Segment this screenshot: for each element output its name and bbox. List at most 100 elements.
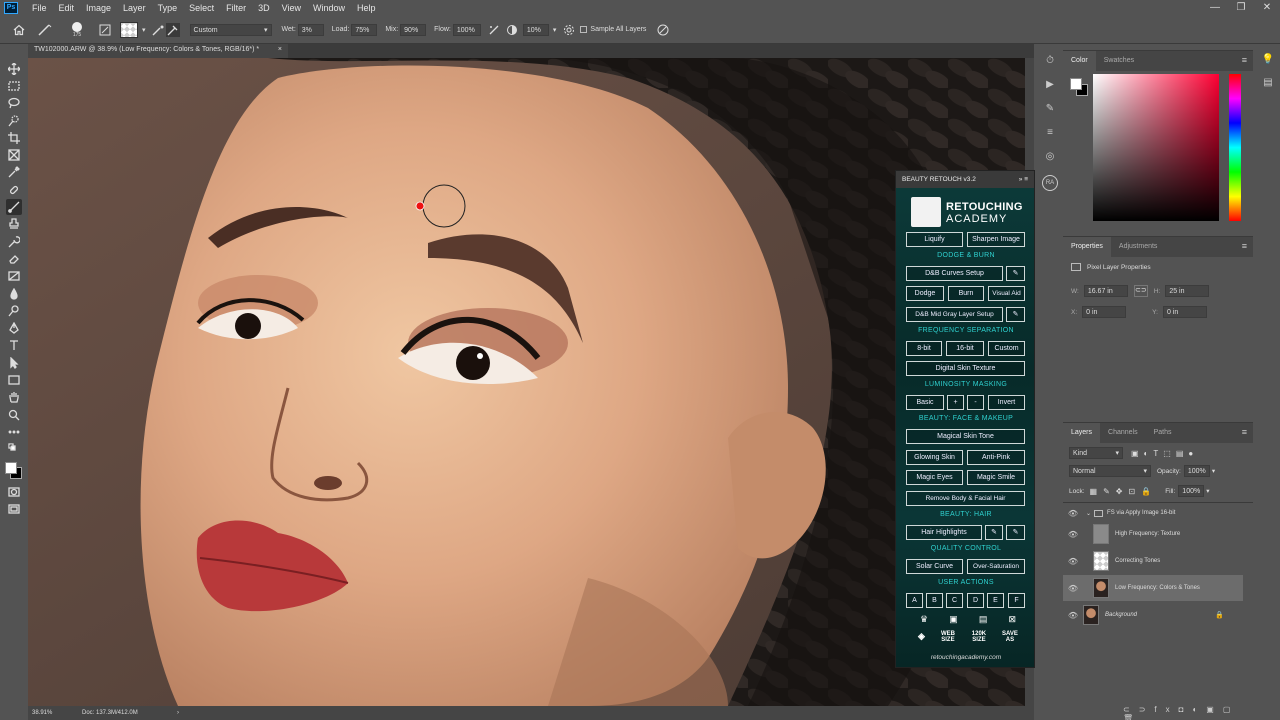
menu-view[interactable]: View: [276, 3, 307, 13]
save-as-button[interactable]: SAVE AS: [1002, 631, 1018, 643]
smoothing-field[interactable]: 10%: [522, 23, 549, 36]
close-window-button[interactable]: ✕: [1254, 0, 1280, 16]
menu-file[interactable]: File: [26, 3, 53, 13]
mixer-preset-select[interactable]: Custom ▾: [189, 23, 272, 36]
invert-button[interactable]: Invert: [988, 395, 1025, 410]
layer-row-selected[interactable]: 👁 Low Frequency: Colors & Tones: [1063, 575, 1243, 601]
glowing-skin-button[interactable]: Glowing Skin: [906, 450, 963, 465]
layer-row[interactable]: 👁 Correcting Tones: [1063, 548, 1243, 574]
layers-bottom-icons[interactable]: ⊂⊃fx◘◐▣▢🗑: [1123, 705, 1253, 720]
y-field[interactable]: 0 in: [1162, 306, 1207, 318]
color-fg-bg[interactable]: [1069, 77, 1091, 99]
menu-3d[interactable]: 3D: [252, 3, 276, 13]
mixer-brush-tool-icon[interactable]: [6, 199, 22, 215]
more-tools-icon[interactable]: [6, 424, 22, 440]
minimize-button[interactable]: —: [1202, 0, 1228, 16]
menu-layer[interactable]: Layer: [117, 3, 152, 13]
sharpen-image-button[interactable]: Sharpen Image: [967, 232, 1025, 247]
crop-tool-icon[interactable]: [6, 130, 22, 146]
navigator-icon[interactable]: ◎: [1043, 151, 1057, 165]
lock-options-icons[interactable]: ▦✎✥⊡🔒: [1090, 487, 1158, 496]
history-brush-tool-icon[interactable]: [6, 234, 22, 250]
sample-all-layers-checkbox[interactable]: [580, 26, 588, 33]
close-icon[interactable]: ×: [278, 46, 282, 56]
liquify-button[interactable]: Liquify: [906, 232, 963, 247]
gear-icon[interactable]: [562, 23, 576, 37]
blend-mode-select[interactable]: Normal ▾: [1069, 465, 1151, 477]
gradient-tool-icon[interactable]: [6, 268, 22, 284]
16bit-button[interactable]: 16-bit: [946, 341, 984, 356]
minus-button[interactable]: -: [967, 395, 984, 410]
history-icon[interactable]: ⏱: [1043, 55, 1057, 69]
panel-menu-icon[interactable]: ≡: [1242, 427, 1247, 437]
magic-eyes-button[interactable]: Magic Eyes: [906, 470, 963, 485]
foreground-color-swatch[interactable]: [5, 461, 17, 474]
solar-curve-button[interactable]: Solar Curve: [906, 559, 963, 574]
rectangle-tool-icon[interactable]: [6, 372, 22, 388]
db-curves-setup-button[interactable]: D&B Curves Setup: [906, 266, 1003, 281]
width-field[interactable]: 16.67 in: [1083, 285, 1128, 297]
retouching-academy-icon[interactable]: RA: [1042, 175, 1058, 191]
close-image-icon[interactable]: ⊠: [1008, 614, 1016, 625]
marquee-tool-icon[interactable]: [6, 78, 22, 94]
layer-group-row[interactable]: 👁 ⌄ FS via Apply Image 16-bit: [1063, 505, 1243, 521]
document-tab[interactable]: TW102000.ARW @ 38.9% (Low Frequency: Col…: [28, 44, 288, 58]
dodge-button[interactable]: Dodge: [906, 286, 944, 301]
zoom-level[interactable]: 38.91%: [32, 710, 82, 716]
maximize-button[interactable]: ❐: [1228, 0, 1254, 16]
crown-icon[interactable]: ♛: [920, 614, 928, 625]
beauty-panel-header[interactable]: BEAUTY RETOUCH v3.2 » ≡: [896, 171, 1034, 188]
hand-tool-icon[interactable]: [6, 389, 22, 405]
panel-menu-icon[interactable]: ≡: [1242, 241, 1247, 251]
gallery-icon[interactable]: ▤: [979, 614, 988, 625]
home-icon[interactable]: [12, 23, 26, 37]
brush-settings-panel-icon[interactable]: ✎: [1043, 103, 1057, 117]
tab-color[interactable]: Color: [1063, 51, 1096, 71]
tab-layers[interactable]: Layers: [1063, 423, 1101, 443]
smoothing-icon[interactable]: [505, 23, 519, 37]
blur-tool-icon[interactable]: [6, 286, 22, 302]
brush-size-picker[interactable]: 175: [66, 21, 88, 38]
load-brush-icon[interactable]: [152, 23, 166, 37]
pen-tool-icon[interactable]: [6, 320, 22, 336]
eyedropper-tool-icon[interactable]: [6, 165, 22, 181]
clean-brush-icon[interactable]: [165, 22, 180, 37]
quick-selection-tool-icon[interactable]: [6, 113, 22, 129]
eye-icon[interactable]: 👁: [1063, 509, 1083, 518]
panel-menu-icon[interactable]: ≡: [1242, 55, 1247, 65]
brush-icon[interactable]: ✎: [1006, 525, 1025, 540]
user-action-c[interactable]: C: [946, 593, 963, 608]
user-action-e[interactable]: E: [987, 593, 1004, 608]
tab-swatches[interactable]: Swatches: [1096, 51, 1142, 71]
burn-button[interactable]: Burn: [948, 286, 984, 301]
zoom-tool-icon[interactable]: [6, 407, 22, 423]
status-menu-arrow[interactable]: ›: [177, 710, 179, 716]
current-brush-load-swatch[interactable]: [120, 21, 138, 38]
fill-field[interactable]: 100%: [1178, 485, 1205, 497]
web-size-button[interactable]: WEB SIZE: [940, 631, 956, 643]
opacity-dropdown-arrow[interactable]: ▾: [1212, 467, 1215, 475]
fill-dropdown-arrow[interactable]: ▾: [1206, 487, 1209, 495]
layer-filter-icons[interactable]: ▣◐T⬚▤●: [1131, 449, 1198, 458]
link-icon[interactable]: ⊂⊃: [1133, 285, 1148, 297]
8bit-button[interactable]: 8-bit: [906, 341, 942, 356]
magical-skin-tone-button[interactable]: Magical Skin Tone: [906, 429, 1025, 444]
user-action-a[interactable]: A: [906, 593, 923, 608]
visual-aid-button[interactable]: Visual Aid: [988, 286, 1025, 301]
move-tool-icon[interactable]: [6, 61, 22, 77]
menu-help[interactable]: Help: [351, 3, 382, 13]
quick-mask-icon[interactable]: [6, 484, 22, 500]
swatch-dropdown-arrow[interactable]: ▾: [142, 26, 146, 34]
smoothing-dropdown-arrow[interactable]: ▾: [553, 26, 557, 34]
hue-slider[interactable]: [1229, 74, 1241, 221]
x-field[interactable]: 0 in: [1082, 306, 1127, 318]
opacity-field[interactable]: 100%: [1183, 465, 1210, 477]
eye-icon[interactable]: 👁: [1063, 530, 1083, 539]
foreground-background-colors[interactable]: [3, 460, 25, 482]
learn-icon[interactable]: 💡: [1262, 54, 1274, 65]
airbrush-icon[interactable]: [487, 23, 501, 37]
layers-stack-icon[interactable]: ◈: [918, 631, 925, 643]
brush-icon[interactable]: ✎: [1006, 307, 1025, 322]
height-field[interactable]: 25 in: [1165, 285, 1210, 297]
wet-field[interactable]: 3%: [297, 23, 324, 36]
